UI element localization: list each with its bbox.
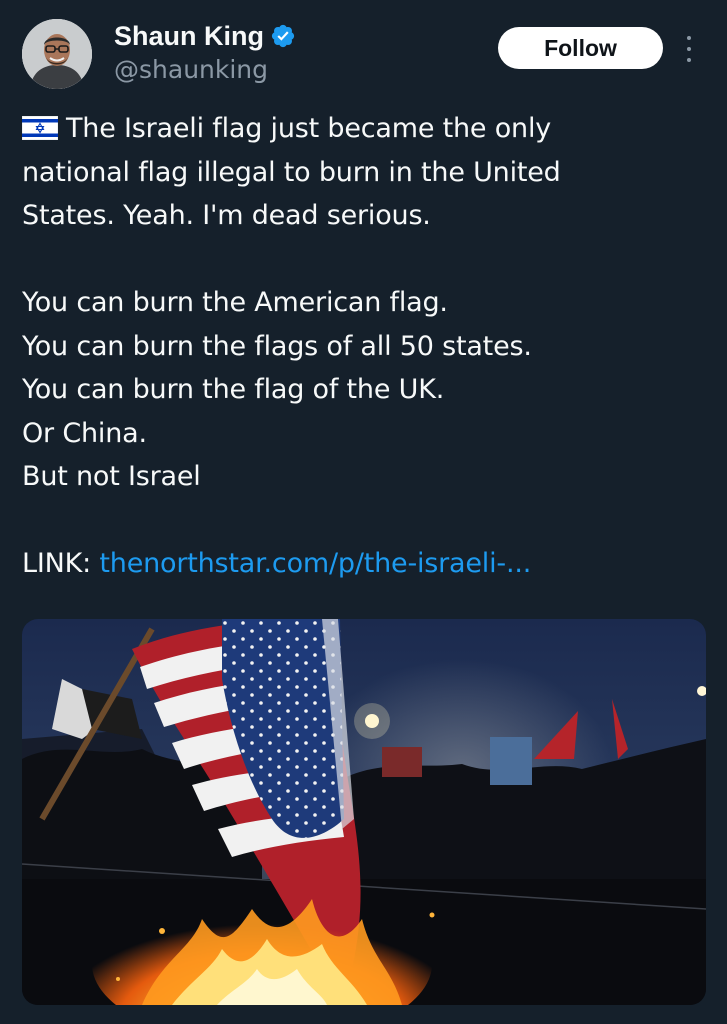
- tweet-line: You can burn the flags of all 50 states.: [22, 330, 532, 362]
- more-options-icon[interactable]: [681, 36, 697, 62]
- paragraph-break: [22, 238, 702, 282]
- burning-flag-photo: [22, 619, 706, 1005]
- tweet-card: Shaun King @shaunking Follow The Israeli…: [0, 0, 727, 1024]
- author-handle[interactable]: @shaunking: [114, 55, 268, 85]
- avatar-image: [22, 19, 92, 89]
- tweet-line: national flag illegal to burn in the Uni…: [22, 156, 561, 188]
- tweet-line: But not Israel: [22, 461, 201, 492]
- tweet-text: The Israeli flag just became the only na…: [22, 107, 702, 586]
- tweet-line: States. Yeah. I'm dead serious.: [22, 200, 431, 231]
- tweet-line: You can burn the American flag.: [22, 287, 448, 318]
- author-name-row[interactable]: Shaun King: [114, 20, 296, 52]
- link-prefix: LINK:: [22, 548, 100, 579]
- avatar[interactable]: [22, 19, 92, 89]
- tweet-link-line: LINK: thenorthstar.com/p/the-israeli-...: [22, 542, 702, 586]
- tweet-line: Or China.: [22, 417, 147, 449]
- author-display-name[interactable]: Shaun King: [114, 20, 264, 52]
- israel-flag-icon: [22, 116, 58, 140]
- tweet-line: The Israeli flag just became the only: [22, 107, 702, 151]
- tweet-line-text: The Israeli flag just became the only: [66, 113, 552, 144]
- paragraph-break: [22, 499, 702, 543]
- article-link[interactable]: thenorthstar.com/p/the-israeli-...: [99, 548, 531, 579]
- tweet-line: You can burn the flag of the UK.: [22, 374, 445, 405]
- tweet-media-photo[interactable]: [22, 619, 706, 1005]
- follow-button[interactable]: Follow: [498, 27, 663, 69]
- verified-badge-icon: [271, 24, 295, 48]
